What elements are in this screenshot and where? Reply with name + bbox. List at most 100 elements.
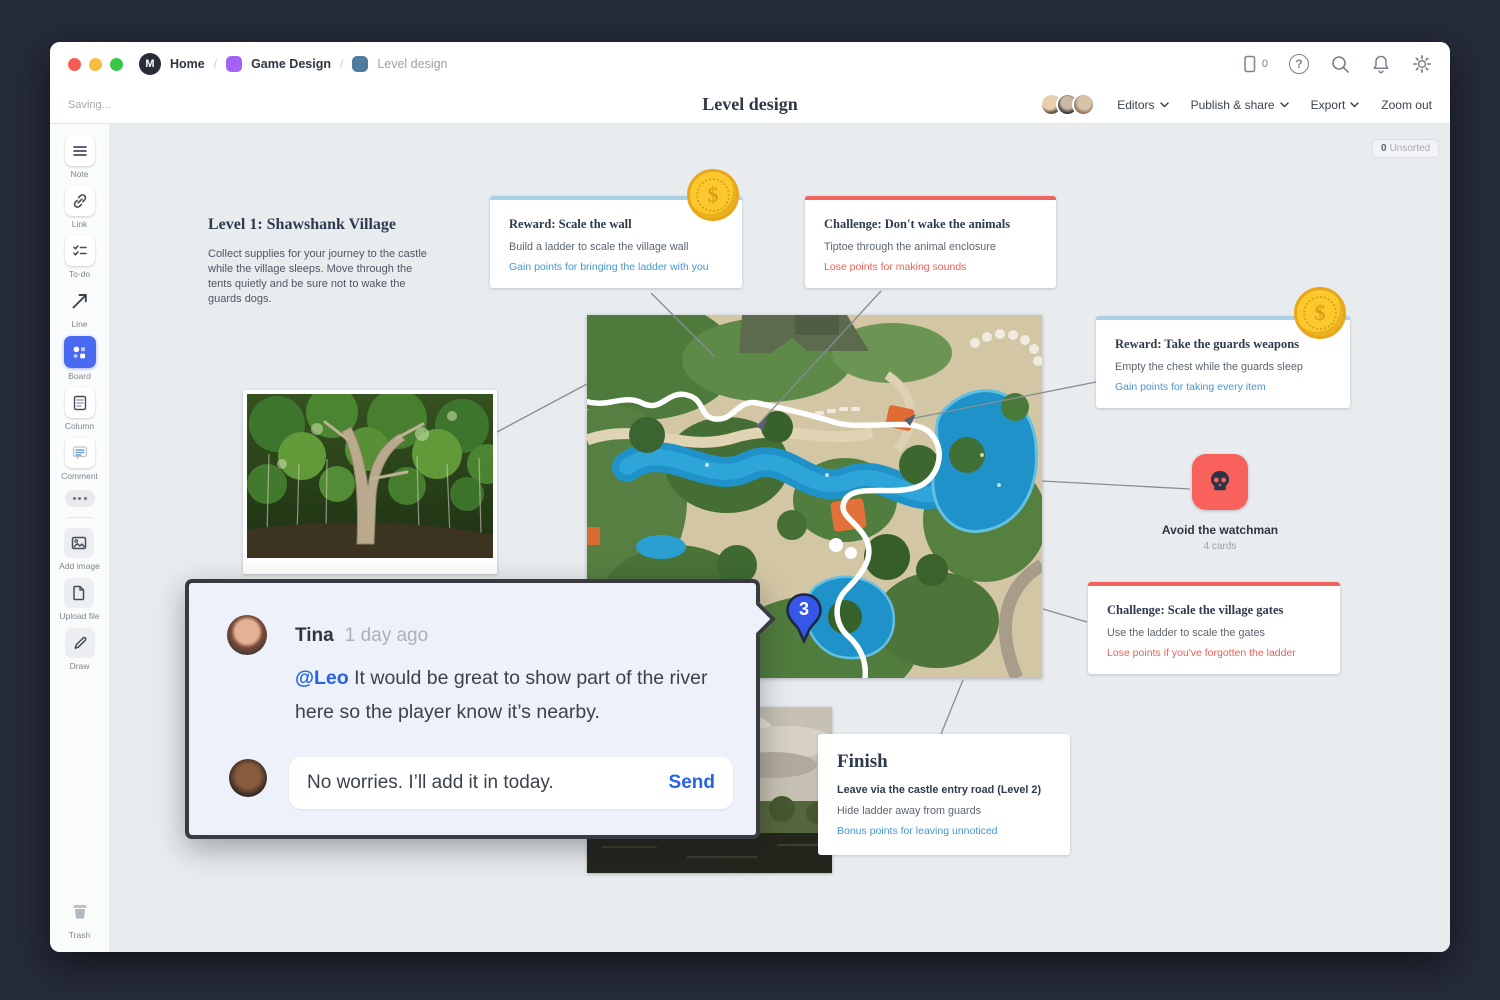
- pencil-icon: [71, 634, 89, 652]
- tool-label: Add image: [59, 561, 100, 571]
- send-button[interactable]: Send: [669, 772, 715, 794]
- minimize-button[interactable]: [89, 58, 102, 71]
- watchman-card-count: 4 cards: [1204, 541, 1237, 552]
- breadcrumb-home[interactable]: Home: [170, 57, 205, 71]
- editor-avatars[interactable]: [1040, 93, 1095, 116]
- tools-sidebar: Note Link To-do Line Board Column: [50, 124, 110, 952]
- unsorted-badge[interactable]: 0Unsorted: [1372, 139, 1439, 158]
- dollar-glyph: $: [1297, 290, 1343, 336]
- device-count-badge: 0: [1262, 58, 1268, 70]
- project-board-icon[interactable]: [226, 56, 242, 72]
- card-body: Empty the chest while the guards sleep: [1115, 361, 1331, 373]
- search-button[interactable]: [1330, 54, 1350, 74]
- zoom-out-button[interactable]: Zoom out: [1381, 98, 1432, 112]
- tool-note[interactable]: Note: [65, 136, 95, 179]
- level-description: Collect supplies for your journey to the…: [208, 247, 432, 306]
- tool-draw[interactable]: Draw: [65, 628, 95, 671]
- zoom-out-label: Zoom out: [1381, 98, 1432, 112]
- reply-box: Send: [289, 757, 733, 809]
- tool-add-image[interactable]: Add image: [59, 528, 100, 571]
- search-icon: [1330, 54, 1350, 74]
- comment-icon: [71, 444, 89, 462]
- tool-label: Note: [71, 169, 89, 179]
- board-toolbar: Saving... Level design Editors Publish &…: [50, 86, 1450, 124]
- current-board-icon: [352, 56, 368, 72]
- level-title: Level 1: Shawshank Village: [208, 216, 432, 234]
- reply-input[interactable]: [307, 772, 669, 794]
- close-button[interactable]: [68, 58, 81, 71]
- export-menu[interactable]: Export: [1311, 98, 1360, 112]
- skull-icon: [1206, 468, 1234, 496]
- tool-todo[interactable]: To-do: [65, 236, 95, 279]
- tool-upload-file[interactable]: Upload file: [59, 578, 99, 621]
- tool-label: Upload file: [59, 611, 99, 621]
- card-title: Finish: [837, 751, 1051, 773]
- tool-column[interactable]: Column: [65, 388, 95, 431]
- card-body: Build a ladder to scale the village wall: [509, 241, 723, 253]
- card-link[interactable]: Gain points for bringing the ladder with…: [509, 261, 723, 273]
- trash-icon: [69, 901, 91, 923]
- card-body: Use the ladder to scale the gates: [1107, 627, 1321, 639]
- card-link[interactable]: Lose points if you've forgotten the ladd…: [1107, 647, 1321, 659]
- titlebar-actions: 0 ?: [1239, 54, 1432, 74]
- app-window: M Home / Game Design / Level design 0 ?: [50, 42, 1450, 952]
- tool-comment[interactable]: Comment: [61, 438, 98, 481]
- editors-label: Editors: [1117, 98, 1154, 112]
- editors-menu[interactable]: Editors: [1117, 98, 1168, 112]
- bell-icon: [1371, 54, 1391, 74]
- link-icon: [71, 192, 89, 210]
- arrow-line-icon: [70, 291, 90, 311]
- titlebar: M Home / Game Design / Level design 0 ?: [50, 42, 1450, 86]
- card-link[interactable]: Lose points for making sounds: [824, 261, 1037, 273]
- board-canvas[interactable]: 0Unsorted Level 1: Shawshank Village Col…: [110, 124, 1450, 952]
- comment-timestamp: 1 day ago: [345, 625, 428, 647]
- card-body: Tiptoe through the animal enclosure: [824, 241, 1037, 253]
- settings-button[interactable]: [1412, 54, 1432, 74]
- tool-label: Column: [65, 421, 94, 431]
- breadcrumb-separator: /: [340, 57, 343, 71]
- coin-reward-icon: $: [687, 169, 739, 221]
- forest-image-card[interactable]: [243, 390, 497, 574]
- tool-label: To-do: [69, 269, 90, 279]
- tool-line[interactable]: Line: [65, 286, 95, 329]
- more-tools-button[interactable]: [65, 490, 95, 507]
- tool-label: Link: [72, 219, 88, 229]
- avatar[interactable]: [1072, 93, 1095, 116]
- dollar-glyph: $: [690, 172, 736, 218]
- tool-label: Board: [68, 371, 91, 381]
- intro-text-block[interactable]: Level 1: Shawshank Village Collect suppl…: [208, 216, 432, 306]
- forest-image: [247, 394, 493, 558]
- watchman-board-tile[interactable]: [1192, 454, 1248, 510]
- tool-link[interactable]: Link: [65, 186, 95, 229]
- card-avoid-watchman[interactable]: Avoid the watchman 4 cards: [1140, 454, 1300, 552]
- card-challenge-gates[interactable]: Challenge: Scale the village gates Use t…: [1088, 582, 1340, 674]
- help-icon: ?: [1289, 54, 1309, 74]
- breadcrumb-project[interactable]: Game Design: [251, 57, 331, 71]
- device-icon: [1239, 54, 1259, 74]
- card-link[interactable]: Bonus points for leaving unnoticed: [837, 825, 1051, 837]
- card-title: Reward: Take the guards weapons: [1115, 337, 1331, 352]
- help-button[interactable]: ?: [1289, 54, 1309, 74]
- map-pin-3[interactable]: 3: [784, 592, 824, 644]
- mention-link[interactable]: @Leo: [295, 667, 349, 689]
- avatar-tina: [227, 615, 267, 655]
- comment-popup: Tina 1 day ago @Leo It would be great to…: [185, 579, 760, 839]
- unsorted-count: 0: [1381, 143, 1387, 154]
- trash-dropzone[interactable]: Trash: [65, 897, 95, 940]
- publish-share-menu[interactable]: Publish & share: [1191, 98, 1289, 112]
- tool-board[interactable]: Board: [64, 336, 96, 381]
- publish-share-label: Publish & share: [1191, 98, 1275, 112]
- card-finish[interactable]: Finish Leave via the castle entry road (…: [818, 734, 1070, 855]
- todo-icon: [71, 242, 89, 260]
- card-link[interactable]: Gain points for taking every item: [1115, 381, 1331, 393]
- card-title: Challenge: Don't wake the animals: [824, 217, 1037, 232]
- device-preview-button[interactable]: 0: [1239, 54, 1268, 74]
- note-icon: [71, 142, 89, 160]
- milanote-logo-icon[interactable]: M: [139, 53, 161, 75]
- notifications-button[interactable]: [1371, 54, 1391, 74]
- pin-number: 3: [784, 599, 824, 620]
- maximize-button[interactable]: [110, 58, 123, 71]
- breadcrumb: M Home / Game Design / Level design: [139, 53, 448, 75]
- tool-label: Comment: [61, 471, 98, 481]
- card-challenge-animals[interactable]: Challenge: Don't wake the animals Tiptoe…: [805, 196, 1056, 288]
